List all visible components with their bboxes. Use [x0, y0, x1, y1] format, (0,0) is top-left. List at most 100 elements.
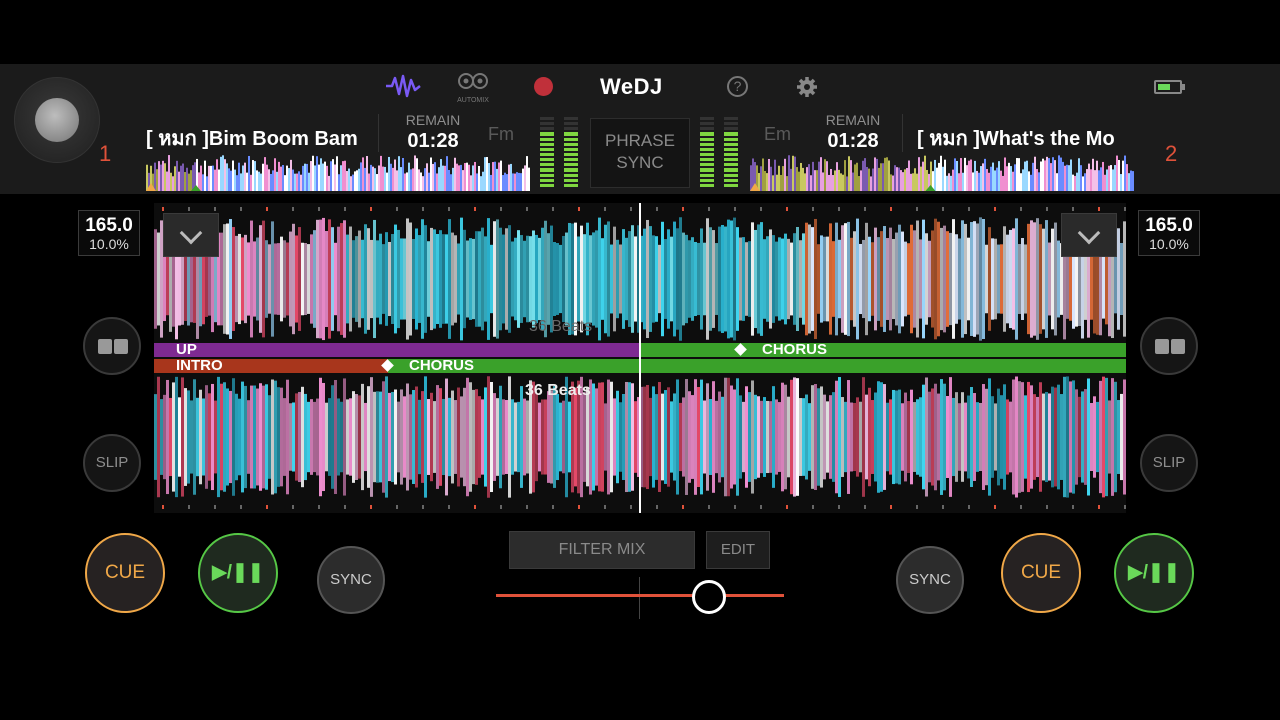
overview-bar — [946, 175, 948, 191]
jog-knob[interactable] — [35, 98, 79, 142]
overview-bar — [988, 172, 990, 191]
deck2-sync-button[interactable]: SYNC — [896, 546, 964, 614]
meter-segment — [724, 158, 738, 162]
overview-bar — [412, 168, 414, 191]
deck2-slip-button[interactable]: SLIP — [1140, 434, 1198, 492]
deck2-play-pause-button[interactable]: ▶/❚❚ — [1114, 533, 1194, 613]
deck1-overview-waveform[interactable] — [146, 155, 530, 191]
overview-bar — [228, 168, 230, 191]
main-waveform-display[interactable]: 36 Beats UP CHORUS INTRO CHORUS 36 Beats — [154, 203, 1126, 513]
overview-bar — [978, 172, 980, 191]
meter-segment — [540, 183, 554, 187]
meter-segment — [540, 178, 554, 182]
automix-icon[interactable]: AUTOMIX — [455, 72, 491, 104]
deck1-play-pause-button[interactable]: ▶/❚❚ — [198, 533, 278, 613]
overview-bar — [376, 174, 378, 191]
overview-bar — [482, 171, 484, 191]
beat-tick — [214, 207, 216, 211]
waveform-icon[interactable] — [384, 74, 422, 98]
beat-tick — [968, 207, 970, 211]
beat-tick — [214, 505, 216, 509]
deck2-collapse-button[interactable] — [1061, 213, 1117, 257]
beat-tick — [500, 505, 502, 509]
deck1-slip-button[interactable]: SLIP — [83, 434, 141, 492]
overview-bar — [914, 168, 916, 191]
overview-bar — [960, 158, 962, 191]
deck2-overview-waveform[interactable] — [750, 155, 1134, 191]
filter-mix-button[interactable]: FILTER MIX — [509, 531, 695, 569]
battery-icon — [1154, 80, 1185, 94]
help-icon[interactable]: ? — [727, 76, 748, 97]
overview-bar — [266, 164, 268, 191]
deck2-bpm-display[interactable]: 165.0 10.0% — [1138, 210, 1200, 256]
overview-bar — [312, 155, 314, 191]
phrase-sync-button[interactable]: PHRASE SYNC — [590, 118, 690, 188]
overview-bar — [958, 173, 960, 191]
overview-bar — [288, 168, 290, 191]
overview-bar — [422, 176, 424, 191]
deck2-loop-button[interactable] — [1140, 317, 1198, 375]
overview-bar — [1052, 157, 1054, 191]
overview-bar — [1040, 161, 1042, 191]
record-icon[interactable] — [534, 77, 553, 96]
overview-bar — [774, 159, 776, 191]
overview-bar — [1050, 163, 1052, 191]
overview-bar — [308, 172, 310, 191]
meter-segment — [700, 132, 714, 136]
overview-bar — [842, 174, 844, 191]
overview-bar — [470, 175, 472, 191]
overview-bar — [344, 160, 346, 191]
overview-bar — [446, 156, 448, 191]
overview-bar — [1016, 158, 1018, 191]
overview-bar — [424, 168, 426, 191]
beat-tick — [448, 505, 450, 509]
overview-bar — [996, 167, 998, 191]
edit-button[interactable]: EDIT — [706, 531, 770, 569]
beat-tick — [1124, 505, 1126, 509]
overview-bar — [1038, 172, 1040, 191]
overview-bar — [780, 174, 782, 191]
overview-bar — [238, 162, 240, 191]
overview-bar — [1084, 173, 1086, 191]
overview-bar — [1066, 164, 1068, 191]
deck1-collapse-button[interactable] — [163, 213, 219, 257]
beat-tick — [318, 207, 320, 211]
overview-bar — [900, 170, 902, 191]
overview-bar — [806, 167, 808, 191]
overview-bar — [350, 176, 352, 191]
overview-bar — [436, 173, 438, 191]
overview-bar — [1074, 175, 1076, 191]
phrase-sync-line1: PHRASE — [605, 131, 675, 150]
deck2-cue-button[interactable]: CUE — [1001, 533, 1081, 613]
meter-segment — [700, 178, 714, 182]
overview-bar — [1004, 157, 1006, 191]
overview-bar — [834, 170, 836, 191]
overview-bar — [244, 162, 246, 191]
overview-bar — [284, 175, 286, 191]
deck1-bpm-display[interactable]: 165.0 10.0% — [78, 210, 140, 256]
deck1-loop-button[interactable] — [83, 317, 141, 375]
overview-bar — [406, 172, 408, 191]
overview-bar — [388, 156, 390, 191]
beat-tick — [500, 207, 502, 211]
beat-tick — [916, 505, 918, 509]
overview-bar — [302, 165, 304, 191]
crossfader-track[interactable] — [496, 594, 784, 597]
settings-icon[interactable] — [796, 76, 818, 98]
beat-tick — [422, 207, 424, 211]
overview-bar — [188, 173, 190, 191]
deck1-sync-button[interactable]: SYNC — [317, 546, 385, 614]
overview-bar — [262, 163, 264, 191]
crossfader-knob[interactable] — [692, 580, 727, 614]
overview-bar — [1128, 173, 1130, 191]
deck1-cue-button[interactable]: CUE — [85, 533, 165, 613]
jog-wheel[interactable] — [14, 77, 100, 163]
overview-bar — [1018, 158, 1020, 191]
overview-bar — [328, 175, 330, 191]
overview-bar — [496, 168, 498, 191]
overview-bar — [1100, 167, 1102, 191]
overview-bar — [146, 164, 148, 191]
beat-tick — [318, 505, 320, 509]
overview-bar — [1058, 155, 1060, 191]
meter-segment — [724, 183, 738, 187]
